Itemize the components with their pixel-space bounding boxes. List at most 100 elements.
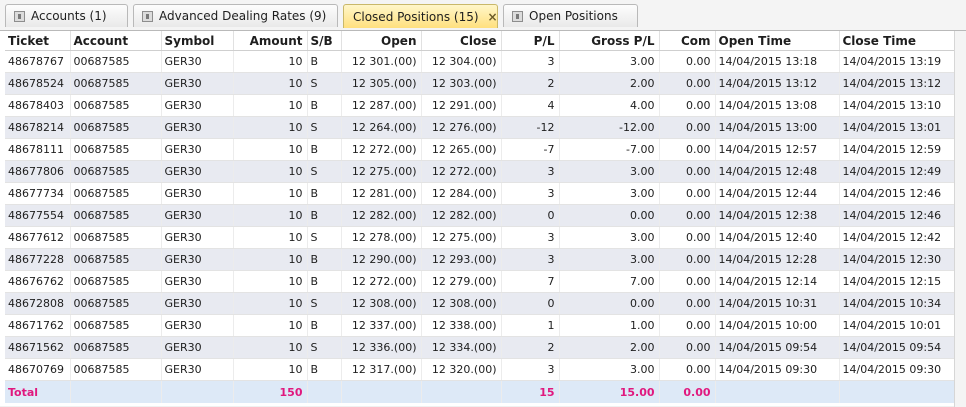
cell-com: 0.00 (659, 138, 716, 161)
table-row[interactable]: 48676762 00687585 GER30 10 B 12 272.(00) 12 27… (5, 270, 955, 293)
cell-open-price: 12 272.(00) (341, 270, 422, 293)
table-row[interactable]: 48672808 00687585 GER30 10 S 12 308.(00) 12 30… (5, 292, 955, 315)
cell-close-time: 14/04/2015 12:49 (839, 160, 955, 183)
cell-close-time: 14/04/2015 10:01 (839, 314, 955, 337)
cell-ticket: 48677228 (5, 248, 71, 271)
cell-close-price: 12 272.(00) (421, 160, 502, 183)
column-header-amount[interactable]: Amount (233, 31, 308, 51)
cell-amount: 10 (233, 94, 308, 117)
cell-close-time: 14/04/2015 12:46 (839, 204, 955, 227)
cell-close-time: 14/04/2015 12:46 (839, 182, 955, 205)
cell-open-time: 14/04/2015 13:12 (715, 72, 840, 95)
cell-account: 00687585 (70, 336, 162, 359)
table-row[interactable]: 48677228 00687585 GER30 10 B 12 290.(00) 12 29… (5, 248, 955, 271)
cell-side: B (307, 94, 342, 117)
column-header-account[interactable]: Account (70, 31, 162, 51)
cell-pl: 0 (501, 292, 560, 315)
cell-close-price: 12 304.(00) (421, 50, 502, 73)
cell-open-price: 12 264.(00) (341, 116, 422, 139)
cell-close-price: 12 334.(00) (421, 336, 502, 359)
closed-positions-table: Ticket Account Symbol Amount S/B Open Cl… (5, 31, 955, 403)
column-header-close[interactable]: Close (421, 31, 502, 51)
table-row[interactable]: 48678524 00687585 GER30 10 S 12 305.(00) 12 30… (5, 72, 955, 95)
cell-open-price: 12 305.(00) (341, 72, 422, 95)
cell-open-time: 14/04/2015 12:28 (715, 248, 840, 271)
cell-amount: 10 (233, 116, 308, 139)
cell-pl: -7 (501, 138, 560, 161)
table-row[interactable]: 48678403 00687585 GER30 10 B 12 287.(00) 12 29… (5, 94, 955, 117)
cell-com: 0.00 (659, 182, 716, 205)
column-header-com[interactable]: Com (659, 31, 716, 51)
tab-closed-positions[interactable]: Closed Positions (15) × (343, 4, 498, 28)
cell-symbol: GER30 (161, 358, 234, 381)
tab-advanced-dealing-rates[interactable]: Advanced Dealing Rates (9) (133, 4, 338, 27)
cell-account: 00687585 (70, 50, 162, 73)
cell-symbol: GER30 (161, 204, 234, 227)
cell-symbol: GER30 (161, 138, 234, 161)
table-row[interactable]: 48678111 00687585 GER30 10 B 12 272.(00) 12 26… (5, 138, 955, 161)
cell-com: 0.00 (659, 270, 716, 293)
cell-ticket: 48671762 (5, 314, 71, 337)
cell-pl: 3 (501, 226, 560, 249)
table-row[interactable]: 48677734 00687585 GER30 10 B 12 281.(00) 12 28… (5, 182, 955, 205)
cell-pl: 3 (501, 248, 560, 271)
cell-side: B (307, 138, 342, 161)
cell-close-time: 14/04/2015 12:42 (839, 226, 955, 249)
table-row[interactable]: 48677612 00687585 GER30 10 S 12 278.(00) 12 27… (5, 226, 955, 249)
cell-amount: 10 (233, 314, 308, 337)
table-row[interactable]: 48678214 00687585 GER30 10 S 12 264.(00) 12 27… (5, 116, 955, 139)
table-row[interactable]: 48671762 00687585 GER30 10 B 12 337.(00) 12 33… (5, 314, 955, 337)
cell-ticket: 48677612 (5, 226, 71, 249)
cell-side: B (307, 270, 342, 293)
cell-com: 0.00 (659, 50, 716, 73)
cell-open-time: 14/04/2015 13:00 (715, 116, 840, 139)
column-header-open[interactable]: Open (341, 31, 422, 51)
cell-gross-pl: 2.00 (559, 72, 660, 95)
column-header-symbol[interactable]: Symbol (161, 31, 234, 51)
close-icon[interactable]: × (488, 10, 498, 24)
total-gross-pl: 15.00 (559, 380, 660, 403)
vertical-scrollbar[interactable] (954, 31, 966, 407)
column-header-close-time[interactable]: Close Time (839, 31, 955, 51)
table-row[interactable]: 48677806 00687585 GER30 10 S 12 275.(00) 12 27… (5, 160, 955, 183)
table-row[interactable]: 48671562 00687585 GER30 10 S 12 336.(00) 12 33… (5, 336, 955, 359)
cell-account: 00687585 (70, 94, 162, 117)
cell-amount: 10 (233, 72, 308, 95)
cell-pl: 2 (501, 72, 560, 95)
cell-ticket: 48676762 (5, 270, 71, 293)
cell-amount: 10 (233, 248, 308, 271)
cell-close-price: 12 279.(00) (421, 270, 502, 293)
cell-close-time: 14/04/2015 12:59 (839, 138, 955, 161)
cell-symbol: GER30 (161, 72, 234, 95)
tab-accounts[interactable]: Accounts (1) (5, 4, 128, 27)
cell-open-time: 14/04/2015 12:48 (715, 160, 840, 183)
cell-side: B (307, 358, 342, 381)
tab-open-positions[interactable]: Open Positions (503, 4, 638, 27)
cell-open-price: 12 336.(00) (341, 336, 422, 359)
table-row[interactable]: 48670769 00687585 GER30 10 B 12 317.(00) 12 32… (5, 358, 955, 381)
table-row[interactable]: 48677554 00687585 GER30 10 B 12 282.(00) 12 28… (5, 204, 955, 227)
cell-ticket: 48678214 (5, 116, 71, 139)
column-header-open-time[interactable]: Open Time (715, 31, 840, 51)
cell-ticket: 48677554 (5, 204, 71, 227)
column-header-pl[interactable]: P/L (501, 31, 560, 51)
column-header-ticket[interactable]: Ticket (5, 31, 71, 51)
cell-open-time: 14/04/2015 13:18 (715, 50, 840, 73)
table-row[interactable]: 48678767 00687585 GER30 10 B 12 301.(00) 12 30… (5, 50, 955, 73)
cell-open-price: 12 317.(00) (341, 358, 422, 381)
cell-open-time: 14/04/2015 12:57 (715, 138, 840, 161)
cell-open-price: 12 301.(00) (341, 50, 422, 73)
cell-side: S (307, 160, 342, 183)
cell-side: B (307, 314, 342, 337)
cell-symbol: GER30 (161, 226, 234, 249)
cell-close-time: 14/04/2015 12:30 (839, 248, 955, 271)
cell-pl: 3 (501, 160, 560, 183)
total-pl: 15 (501, 380, 560, 403)
cell-open-time: 14/04/2015 12:14 (715, 270, 840, 293)
cell-gross-pl: 3.00 (559, 182, 660, 205)
cell-open-price: 12 281.(00) (341, 182, 422, 205)
column-header-side[interactable]: S/B (307, 31, 342, 51)
column-header-gross-pl[interactable]: Gross P/L (559, 31, 660, 51)
cell-pl: 3 (501, 358, 560, 381)
cell-symbol: GER30 (161, 182, 234, 205)
